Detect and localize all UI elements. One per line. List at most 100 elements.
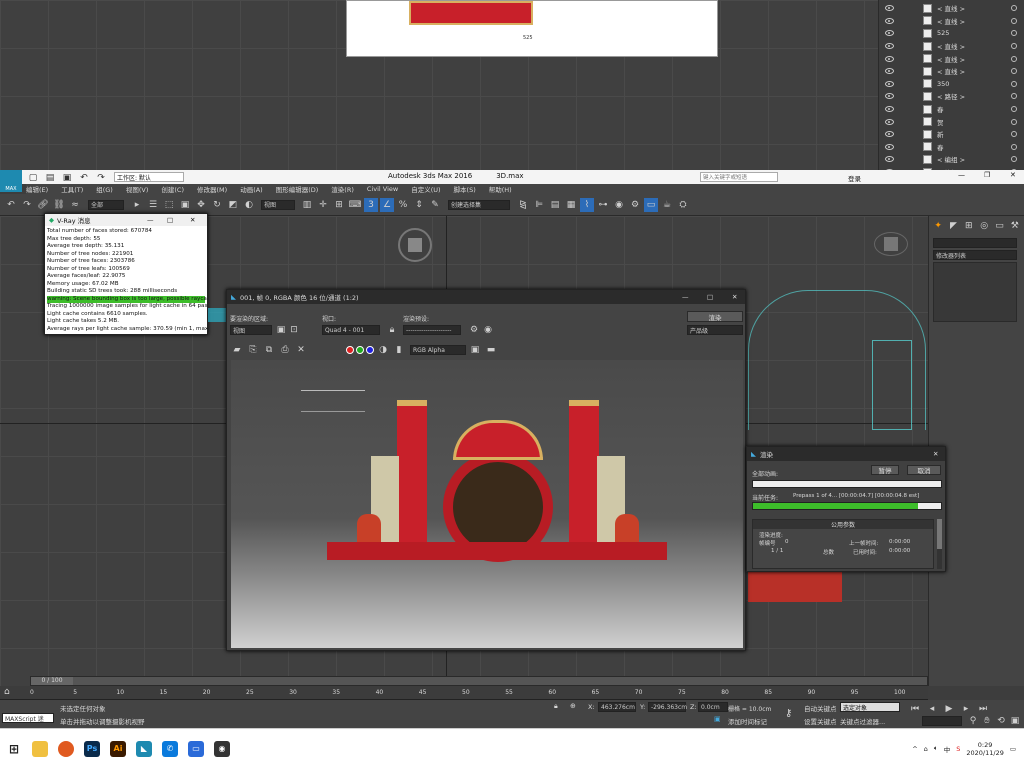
mirror-axis-icon[interactable]: ✛ [316, 198, 330, 212]
tray-network-icon[interactable]: ⌂ [924, 745, 928, 753]
fb-clone-icon[interactable]: ⧉ [262, 343, 276, 357]
vray-minimize-icon[interactable]: — [147, 216, 154, 224]
play-icon[interactable]: ▶ [942, 702, 956, 716]
pan-icon[interactable]: ✋︎ [980, 714, 994, 728]
fb-clear-icon[interactable]: ✕ [294, 343, 308, 357]
cancel-button[interactable]: 取消 [907, 465, 941, 475]
render-progress-window[interactable]: ◣ 渲染 ✕ 全部动画: 暂停 取消 当前任务: Prepass 1 of 4.… [746, 446, 946, 572]
select-icon[interactable]: ▸ [130, 198, 144, 212]
layer-explorer-icon[interactable]: ▤ [548, 198, 562, 212]
render-setup-icon[interactable]: ⚙ [628, 198, 642, 212]
mirror-icon[interactable]: ⧎ [516, 198, 530, 212]
fb-channel-select[interactable]: RGB Alpha [410, 345, 466, 355]
keyboard-shortcut-icon[interactable]: ⌨ [348, 198, 362, 212]
set-key-label[interactable]: 设置关键点 [804, 716, 837, 726]
lock-dot-icon[interactable] [1011, 143, 1017, 150]
add-time-tag-icon[interactable]: ▣ [714, 715, 721, 723]
viewcube-icon-2[interactable] [874, 232, 908, 256]
menu-item[interactable]: 组(G) [96, 184, 113, 194]
hierarchy-tab-icon[interactable]: ⊞ [963, 219, 975, 233]
layer-row[interactable]: < 路径 > [879, 90, 1024, 103]
tray-up-icon[interactable]: ^ [912, 745, 917, 753]
redo-icon[interactable]: ↷ [94, 171, 108, 185]
select-by-name-icon[interactable]: ☰ [146, 198, 160, 212]
mono-icon[interactable]: ▮ [392, 343, 406, 357]
layer-row[interactable]: < 直线 > [879, 15, 1024, 28]
scale-icon[interactable]: ◩ [226, 198, 240, 212]
ime-label[interactable]: 中 [944, 744, 951, 754]
login-label[interactable]: 登录 [848, 173, 861, 183]
windows-start-icon[interactable]: ⊞ [6, 741, 22, 757]
y-coord[interactable]: -296.363cm [648, 702, 687, 712]
render-production-icon[interactable]: ☕ [660, 198, 674, 212]
explorer-icon[interactable] [32, 740, 48, 757]
link-icon[interactable]: 🔗︎ [36, 198, 50, 212]
fb-maximize-icon[interactable]: □ [707, 293, 713, 301]
window-crossing-icon[interactable]: ▣ [178, 198, 192, 212]
menu-item[interactable]: 动画(A) [240, 184, 263, 194]
fb-save-icon[interactable]: ▰ [230, 343, 244, 357]
save-icon[interactable]: ▣ [60, 171, 74, 185]
layer-row[interactable]: 350 [879, 78, 1024, 91]
fb-lock-icon[interactable]: 🔒︎ [385, 323, 399, 337]
menu-item[interactable]: Civil View [367, 185, 398, 193]
manipulate-icon[interactable]: ⊞ [332, 198, 346, 212]
layer-row[interactable]: < 直线 > [879, 65, 1024, 78]
schematic-icon[interactable]: ⊶ [596, 198, 610, 212]
visibility-eye-icon[interactable] [885, 80, 894, 87]
selection-filter[interactable]: 全部 [88, 199, 124, 210]
go-start-icon[interactable]: ⏮ [908, 702, 922, 716]
visibility-eye-icon[interactable] [885, 93, 894, 100]
fb-area-select[interactable]: 视图 [230, 325, 272, 335]
zoom-icon[interactable]: ⚲ [966, 714, 980, 728]
layers-panel[interactable]: < 直线 > < 直线 > 525 < 直线 > < 直线 > < 直线 > 350 < 路径… [878, 0, 1024, 177]
modifier-list[interactable]: 修改器列表 [933, 250, 1017, 260]
layer-row[interactable]: < 直线 > [879, 52, 1024, 65]
fb-product-select[interactable]: 产品级 [687, 325, 743, 335]
new-file-icon[interactable]: ▢ [26, 171, 40, 185]
visibility-eye-icon[interactable] [885, 131, 894, 138]
layer-row[interactable]: 新 [879, 128, 1024, 141]
lock-dot-icon[interactable] [1011, 55, 1017, 62]
utilities-tab-icon[interactable]: ⚒ [1009, 219, 1021, 233]
render-close-icon[interactable]: ✕ [933, 450, 938, 458]
blue-channel-icon[interactable] [366, 346, 374, 354]
lock-dot-icon[interactable] [1011, 80, 1017, 87]
lock-dot-icon[interactable] [1011, 156, 1017, 163]
align-icon[interactable]: ⊫ [532, 198, 546, 212]
undo-tool-icon[interactable]: ↶ [4, 198, 18, 212]
lock-dot-icon[interactable] [1011, 43, 1017, 50]
close-icon[interactable]: ✕ [1010, 171, 1016, 179]
vray-message-window[interactable]: ◆ V-Ray 消息 — □ ✕ Total number of faces s… [44, 213, 208, 335]
bind-icon[interactable]: ≈ [68, 198, 82, 212]
menu-item[interactable]: 编辑(E) [26, 184, 48, 194]
fb-env-icon[interactable]: ◉ [481, 323, 495, 337]
render-iterative-icon[interactable]: ⛭ [676, 198, 690, 212]
key-icon[interactable]: ⚷ [785, 708, 792, 719]
lock-dot-icon[interactable] [1011, 131, 1017, 138]
minimize-icon[interactable]: — [958, 171, 965, 179]
fb-auto-region-icon[interactable]: ⊡ [287, 323, 301, 337]
timeline-ruler[interactable]: ⌂ 0 5 10 15 20 25 30 35 40 45 50 55 60 65 70 75 80 85 90 95… [0, 686, 928, 700]
snap-icon[interactable]: 3 [364, 197, 378, 212]
key-filters[interactable]: 关键点过滤器... [840, 716, 885, 726]
curve-editor-icon[interactable]: ⌇ [580, 197, 594, 212]
fb-print-icon[interactable]: ⎙ [278, 343, 292, 357]
visibility-eye-icon[interactable] [885, 68, 894, 75]
visibility-eye-icon[interactable] [885, 156, 894, 163]
maxscript-listener[interactable]: MAXScript 迷 [2, 713, 54, 723]
alpha-channel-icon[interactable]: ◑ [376, 343, 390, 357]
visibility-eye-icon[interactable] [885, 17, 894, 24]
unlink-icon[interactable]: ⛓︎ [52, 198, 66, 212]
motion-tab-icon[interactable]: ◎ [978, 219, 990, 233]
time-slider[interactable]: 0 / 100 [30, 676, 928, 686]
photoshop-icon[interactable]: Ps [84, 740, 100, 757]
fb-preset-select[interactable]: --------------------- [403, 325, 461, 335]
fb-copy-icon[interactable]: ⎘ [246, 343, 260, 357]
frame-buffer-window[interactable]: ◣ 001, 帧 0, RGBA 颜色 16 位/通道 (1:2) — □ ✕ … [226, 289, 746, 651]
menu-item[interactable]: 修改器(M) [197, 184, 227, 194]
params-scrollbar[interactable] [937, 519, 942, 569]
restore-icon[interactable]: ❐ [984, 171, 990, 179]
render-app-icon[interactable]: ◉ [214, 740, 230, 757]
vray-maximize-icon[interactable]: □ [167, 216, 173, 224]
